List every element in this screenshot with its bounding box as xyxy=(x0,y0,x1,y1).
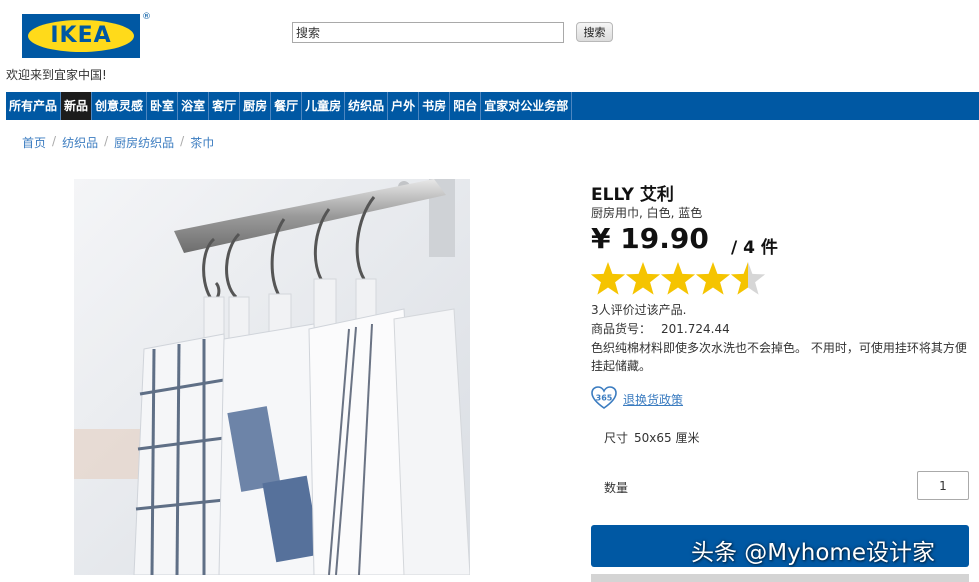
logo-text: IKEA xyxy=(50,23,112,48)
registered-mark: ® xyxy=(142,12,151,22)
search-button[interactable]: 搜索 xyxy=(576,22,613,42)
nav-item-balcony[interactable]: 阳台 xyxy=(450,92,482,120)
product-subtitle: 厨房用巾, 白色, 蓝色 xyxy=(591,206,703,220)
nav-item-kids-room[interactable]: 儿童房 xyxy=(302,92,346,120)
nav-item-all-products[interactable]: 所有产品 xyxy=(6,92,62,120)
breadcrumb-tea-towels[interactable]: 茶巾 xyxy=(190,134,214,151)
return-policy-link[interactable]: 退换货政策 xyxy=(623,391,683,408)
breadcrumb-home[interactable]: 首页 xyxy=(22,134,46,151)
nav-item-inspiration[interactable]: 创意灵感 xyxy=(92,92,148,120)
quantity-input[interactable] xyxy=(917,471,969,500)
nav-item-new[interactable]: 新品 xyxy=(61,92,93,120)
breadcrumb-textiles[interactable]: 纺织品 xyxy=(62,134,98,151)
breadcrumb: 首页 / 纺织品 / 厨房纺织品 / 茶巾 xyxy=(22,134,214,151)
nav-item-dining[interactable]: 餐厅 xyxy=(271,92,303,120)
article-label: 商品货号： xyxy=(591,322,652,336)
star-icon xyxy=(625,262,661,295)
size-label: 尺寸 xyxy=(604,431,629,445)
nav-item-outdoor[interactable]: 户外 xyxy=(388,92,420,120)
ikea-logo[interactable]: IKEA xyxy=(22,14,140,58)
breadcrumb-separator: / xyxy=(180,134,185,148)
add-to-cart-button[interactable] xyxy=(591,525,969,567)
star-icon xyxy=(591,262,626,295)
star-icon xyxy=(660,262,696,295)
product-description: 色织纯棉材料即使多次水洗也不会掉色。 不用时，可使用挂环将其方便挂起储藏。 xyxy=(591,341,967,373)
size-row: 尺寸 50x65 厘米 xyxy=(604,429,699,446)
main-nav: 所有产品 新品 创意灵感 卧室 浴室 客厅 厨房 餐厅 儿童房 纺织品 户外 书… xyxy=(6,92,979,120)
return-badge-text: 365 xyxy=(596,394,613,403)
product-title: ELLY 艾利 xyxy=(591,185,674,205)
nav-item-textiles[interactable]: 纺织品 xyxy=(345,92,389,120)
nav-item-bathroom[interactable]: 浴室 xyxy=(178,92,210,120)
secondary-button-edge[interactable] xyxy=(591,574,969,582)
nav-item-bedroom[interactable]: 卧室 xyxy=(147,92,179,120)
review-count: 3人评价过该产品. xyxy=(591,303,687,317)
price-unit: / 4 件 xyxy=(731,238,778,258)
quantity-label: 数量 xyxy=(604,481,629,495)
nav-item-kitchen[interactable]: 厨房 xyxy=(240,92,272,120)
nav-item-study[interactable]: 书房 xyxy=(419,92,451,120)
tea-towels-photo xyxy=(74,179,470,575)
product-price: ¥ 19.90 xyxy=(591,222,709,255)
star-icon xyxy=(730,262,766,295)
star-icon xyxy=(695,262,731,295)
product-image[interactable] xyxy=(74,179,470,575)
heart-365-icon: 365 xyxy=(591,386,617,409)
breadcrumb-separator: / xyxy=(52,134,57,148)
breadcrumb-separator: / xyxy=(104,134,109,148)
nav-item-business[interactable]: 宜家对公业务部 xyxy=(481,92,573,120)
nav-item-living-room[interactable]: 客厅 xyxy=(209,92,241,120)
breadcrumb-kitchen-textiles[interactable]: 厨房纺织品 xyxy=(114,134,174,151)
welcome-text: 欢迎来到宜家中国! xyxy=(6,68,107,82)
search-input[interactable] xyxy=(292,22,564,43)
article-number: 201.724.44 xyxy=(661,322,730,336)
size-value: 50x65 厘米 xyxy=(634,431,700,445)
article-number-row: 商品货号： 201.724.44 xyxy=(591,320,730,337)
rating-stars xyxy=(591,262,766,295)
